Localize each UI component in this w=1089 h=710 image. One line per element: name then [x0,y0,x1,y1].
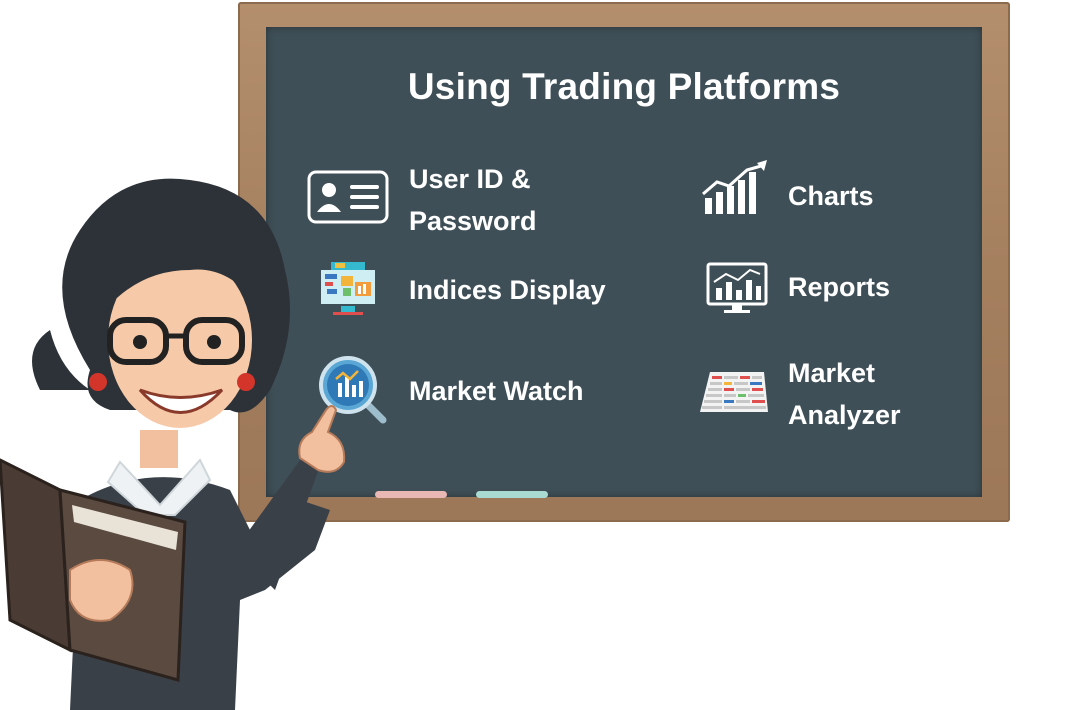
earring-right [237,373,255,391]
item-user-id-line1: User ID & [409,164,531,194]
board-title: Using Trading Platforms [407,66,841,107]
teal-chalk [476,491,548,498]
item-indices-display: Indices Display [409,275,606,305]
spreadsheet-icon [700,372,768,412]
growth-chart-icon [702,160,767,214]
item-user-id-line2: Password [409,206,537,236]
teacher-illustration [0,178,346,710]
item-reports: Reports [788,272,891,302]
earring-left [89,373,107,391]
item-charts: Charts [788,181,874,211]
item-market-watch: Market Watch [409,376,584,406]
item-market-analyzer-line1: Market [788,358,876,388]
item-market-analyzer: Market Analyzer [788,352,901,436]
report-monitor-icon [706,262,768,313]
teacher-hand [298,405,346,473]
item-market-analyzer-line2: Analyzer [788,400,901,430]
item-user-id-password: User ID & Password [409,158,537,242]
